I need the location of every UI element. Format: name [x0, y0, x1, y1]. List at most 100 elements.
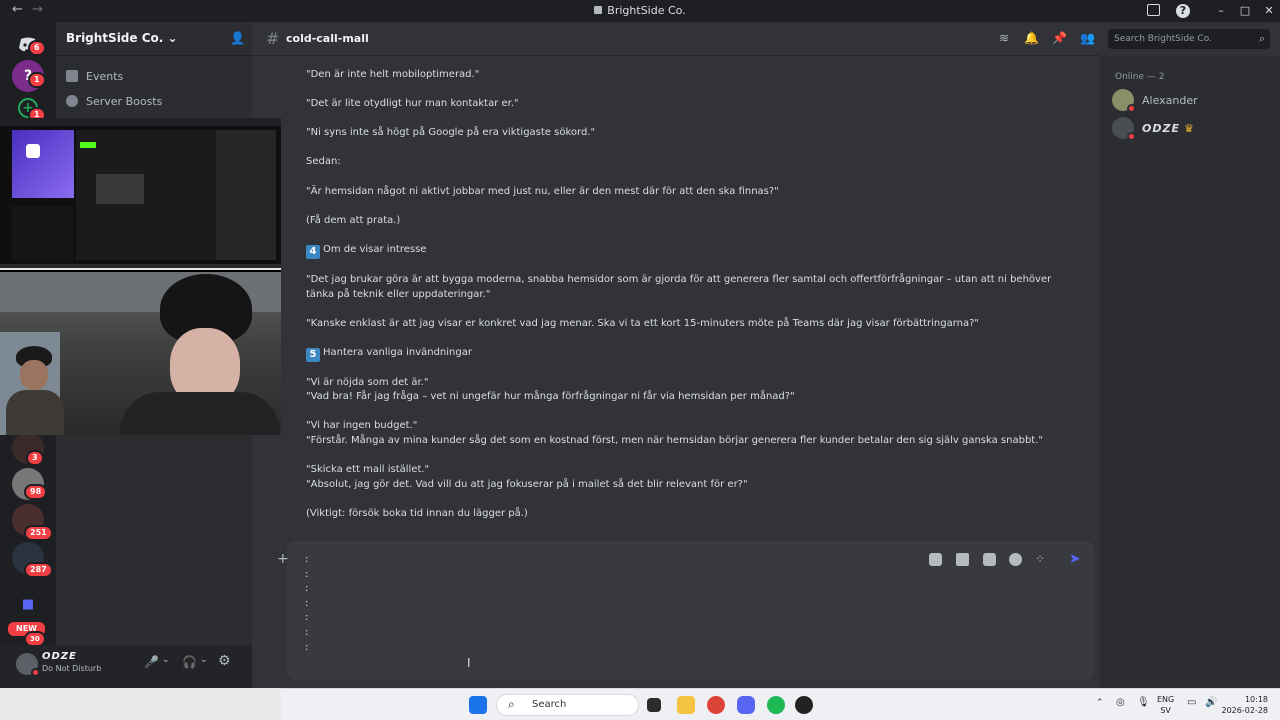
member-item[interactable]: Alexander: [1112, 88, 1198, 113]
window-title-text: BrightSide Co.: [607, 4, 686, 17]
server-count-badge: 3: [26, 450, 44, 466]
chrome-icon[interactable]: [707, 696, 725, 714]
folder-icon[interactable]: ■: [12, 588, 44, 620]
user-name[interactable]: ODZE: [42, 651, 77, 662]
search-placeholder: Search BrightSide Co.: [1114, 34, 1212, 44]
member-list-icon[interactable]: 👥: [1080, 31, 1095, 45]
apps-icon[interactable]: ⁘: [1035, 553, 1048, 566]
crown-icon: ♛: [1183, 121, 1194, 135]
dnd-status-icon: [1127, 132, 1136, 141]
composer-text[interactable]: : : : : : : :: [305, 553, 308, 655]
file-explorer-icon[interactable]: [677, 696, 695, 714]
user-status: Do Not Disturb: [42, 664, 102, 673]
minimize-icon[interactable]: –: [1214, 4, 1228, 18]
network-icon[interactable]: ◎: [1116, 697, 1125, 708]
emoji-icon[interactable]: [1009, 553, 1022, 566]
taskbar-left: [0, 688, 281, 720]
screen-share-preview: [0, 118, 281, 270]
message-line: "Förstår. Många av mina kunder såg det s…: [306, 435, 1043, 446]
title-bar: ← → BrightSide Co. ? – □ ✕: [0, 0, 1280, 22]
boost-icon: [66, 95, 78, 107]
server-count-badge: 98: [24, 484, 48, 500]
message-composer[interactable]: + : : : : : : : ⁘ ➤: [277, 541, 1094, 680]
sidebar-item-events[interactable]: Events: [66, 65, 123, 87]
close-icon[interactable]: ✕: [1262, 4, 1276, 18]
message-line: "Vad bra! Får jag fråga – vet ni ungefär…: [306, 391, 795, 402]
clock-time: 10:18: [1244, 695, 1268, 704]
message-line: (Få dem att prata.): [306, 215, 401, 226]
sticker-icon[interactable]: [983, 553, 996, 566]
member-list: Online — 2 Alexander ODZE ♛: [1100, 56, 1280, 690]
task-view-icon[interactable]: [647, 698, 661, 712]
member-name: Alexander: [1142, 93, 1198, 107]
sidebar-item-server-boosts[interactable]: Server Boosts: [66, 90, 162, 112]
message-line: Sedan:: [306, 156, 341, 167]
chevron-down-icon: ⌄: [167, 31, 178, 45]
language-indicator[interactable]: ENG SV: [1157, 694, 1174, 716]
member-name: ODZE: [1142, 121, 1180, 135]
channel-header: # cold-call-mall ≋ 🔔 📌 👥: [252, 22, 1100, 56]
message-line: "Är hemsidan något ni aktivt jobbar med …: [306, 186, 779, 197]
mic-icon[interactable]: 🎙: [1137, 697, 1150, 708]
windows-start-icon[interactable]: [469, 696, 487, 714]
sidebar-item-label: Events: [86, 69, 124, 83]
server-count-badge: 251: [24, 525, 53, 541]
message-line: "Kanske enklast är att jag visar er konk…: [306, 318, 980, 329]
dnd-status-icon: [1127, 104, 1136, 113]
gif-icon[interactable]: [956, 553, 969, 566]
chevron-up-icon[interactable]: ⌃: [1096, 698, 1104, 708]
server-logo-icon: [594, 6, 603, 14]
send-icon[interactable]: ➤: [1069, 551, 1081, 567]
webcam-feed: [0, 272, 281, 435]
user-panel: ODZE Do Not Disturb 🎤 ⌄ 🎧 ⌄ ⚙: [0, 645, 252, 690]
spotify-icon[interactable]: [767, 696, 785, 714]
avatar: [1112, 117, 1136, 141]
threads-icon[interactable]: ≋: [997, 31, 1011, 45]
number-5-emoji: 5: [306, 348, 320, 362]
message-line: "Skicka ett mail istället.": [306, 464, 430, 475]
pin-icon[interactable]: 📌: [1052, 31, 1067, 45]
app-icon[interactable]: [795, 696, 813, 714]
message-heading: 5 Hantera vanliga invändningar: [306, 346, 472, 362]
clock[interactable]: 10:18 2026-02-28: [1222, 694, 1269, 716]
mic-muted-icon[interactable]: 🎤: [144, 655, 159, 669]
avatar: [1112, 89, 1136, 113]
server-header[interactable]: BrightSide Co. ⌄ 👤: [56, 22, 252, 56]
server-count-badge: 287: [24, 562, 53, 578]
taskbar-search-label: Search: [532, 699, 567, 710]
message-heading: 4 Om de visar intresse: [306, 243, 426, 259]
chevron-down-icon[interactable]: ⌄: [200, 655, 208, 665]
discord-taskbar-icon[interactable]: [737, 696, 755, 714]
monitor-icon[interactable]: ▭: [1187, 697, 1196, 708]
clock-date: 2026-02-28: [1221, 706, 1269, 715]
message-line: "Vi är nöjda som det är.": [306, 377, 429, 388]
volume-icon[interactable]: 🔊: [1205, 697, 1217, 708]
channel-hash-icon: #: [266, 29, 280, 48]
chevron-down-icon[interactable]: ⌄: [162, 655, 170, 665]
taskbar-search[interactable]: ⌕ Search: [496, 694, 639, 716]
text-cursor-icon: I: [467, 656, 471, 670]
maximize-icon[interactable]: □: [1238, 4, 1252, 18]
sidebar-item-label: Server Boosts: [86, 94, 163, 108]
home-badge: 6: [28, 40, 46, 56]
member-item[interactable]: ODZE ♛: [1112, 116, 1194, 141]
message-line: "Det är lite otydligt hur man kontaktar …: [306, 98, 519, 109]
bell-icon[interactable]: 🔔: [1024, 31, 1039, 45]
gift-icon[interactable]: [929, 553, 942, 566]
add-member-icon[interactable]: 👤: [230, 31, 245, 45]
headset-muted-icon[interactable]: 🎧: [182, 655, 197, 669]
server-badge: 1: [28, 72, 46, 88]
message-line: "Det jag brukar göra är att bygga modern…: [306, 274, 1052, 300]
calendar-icon: [66, 70, 78, 82]
window-title: BrightSide Co.: [0, 4, 1280, 17]
attach-plus-icon[interactable]: +: [277, 551, 289, 567]
server-name[interactable]: BrightSide Co. ⌄: [66, 31, 178, 45]
online-header: Online — 2: [1115, 72, 1165, 82]
dnd-status-icon: [31, 668, 40, 677]
number-4-emoji: 4: [306, 245, 320, 259]
search-icon: ⌕: [1258, 32, 1265, 45]
channel-name: cold-call-mall: [286, 32, 369, 45]
settings-gear-icon[interactable]: ⚙: [218, 653, 231, 669]
search-input[interactable]: Search BrightSide Co. ⌕: [1108, 29, 1270, 49]
inbox-icon[interactable]: [1147, 4, 1160, 16]
